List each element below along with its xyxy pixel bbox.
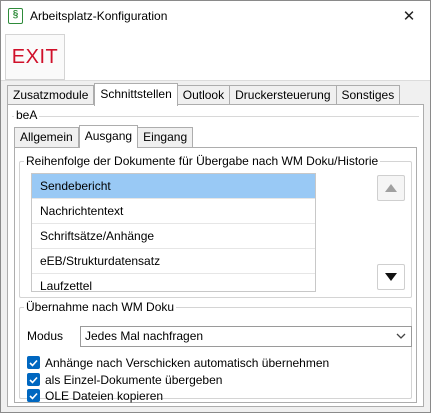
bea-group-label: beA: [14, 108, 40, 122]
mode-select-value: Jedes Mal nachfragen: [85, 329, 204, 343]
order-group-legend: Reihenfolge der Dokumente für Übergabe n…: [24, 154, 381, 168]
window-title: Arbeitsplatz-Konfiguration: [30, 9, 168, 23]
tab-druckersteuerung[interactable]: Druckersteuerung: [230, 85, 337, 105]
app-icon: §: [8, 8, 23, 24]
move-up-button[interactable]: [377, 175, 405, 201]
list-item[interactable]: Nachrichtentext: [32, 199, 315, 224]
import-group: Übernahme nach WM Doku Modus Jedes Mal n…: [19, 300, 412, 403]
toolbar: EXIT: [1, 31, 430, 81]
checkbox-auto-import[interactable]: Anhänge nach Verschicken automatisch übe…: [27, 355, 329, 370]
checkbox-label: Anhänge nach Verschicken automatisch übe…: [45, 355, 330, 370]
checkbox-checked-icon[interactable]: [27, 389, 40, 402]
tab-schnittstellen[interactable]: Schnittstellen: [94, 83, 178, 106]
tab-eingang[interactable]: Eingang: [138, 127, 194, 147]
import-group-legend: Übernahme nach WM Doku: [24, 300, 177, 314]
list-item[interactable]: Laufzettel: [32, 274, 315, 291]
arrow-up-icon: [385, 184, 397, 192]
schnittstellen-page: beA Allgemein Ausgang Eingang Reihenfolg…: [7, 104, 424, 407]
mode-select[interactable]: Jedes Mal nachfragen: [80, 326, 412, 347]
config-window: § Arbeitsplatz-Konfiguration ✕ EXIT Zusa…: [0, 0, 431, 413]
ausgang-page: Reihenfolge der Dokumente für Übergabe n…: [14, 147, 417, 403]
tab-sonstiges[interactable]: Sonstiges: [336, 85, 401, 105]
checkbox-checked-icon[interactable]: [27, 373, 40, 386]
mode-label: Modus: [27, 329, 64, 343]
order-group: Reihenfolge der Dokumente für Übergabe n…: [19, 154, 412, 298]
close-button[interactable]: ✕: [388, 1, 430, 31]
main-tab-bar: Zusatzmodule Schnittstellen Outlook Druc…: [7, 83, 401, 106]
move-down-button[interactable]: [377, 264, 405, 290]
bea-tab-bar: Allgemein Ausgang Eingang: [14, 125, 194, 148]
tab-ausgang[interactable]: Ausgang: [78, 125, 139, 148]
tab-zusatzmodule[interactable]: Zusatzmodule: [7, 85, 95, 105]
checkbox-label: als Einzel-Dokumente übergeben: [45, 372, 223, 387]
close-icon: ✕: [402, 8, 416, 25]
exit-button[interactable]: EXIT: [5, 34, 65, 80]
checkbox-checked-icon[interactable]: [27, 356, 40, 369]
list-item[interactable]: Schriftsätze/Anhänge: [32, 224, 315, 249]
tab-allgemein[interactable]: Allgemein: [14, 127, 79, 147]
chevron-down-icon: [396, 333, 406, 339]
checkbox-single-documents[interactable]: als Einzel-Dokumente übergeben: [27, 372, 222, 387]
checkbox-copy-ole[interactable]: OLE Dateien kopieren: [27, 388, 163, 403]
arrow-down-icon: [385, 273, 397, 281]
list-item[interactable]: eEB/Strukturdatensatz: [32, 249, 315, 274]
checkbox-label: OLE Dateien kopieren: [45, 388, 164, 403]
tab-outlook[interactable]: Outlook: [177, 85, 231, 105]
list-item[interactable]: Sendebericht: [32, 174, 315, 199]
document-order-list[interactable]: Sendebericht Nachrichtentext Schriftsätz…: [31, 173, 316, 292]
title-bar: § Arbeitsplatz-Konfiguration ✕: [1, 1, 430, 31]
